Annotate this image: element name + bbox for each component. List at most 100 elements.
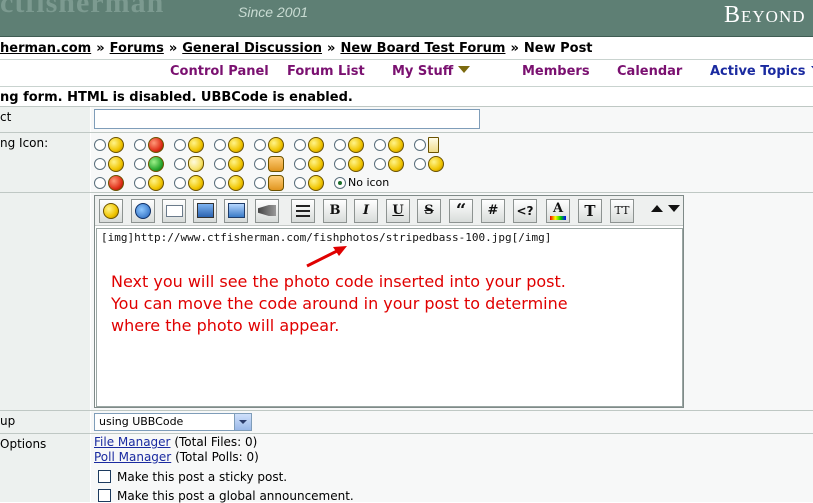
media-button[interactable] (255, 199, 279, 223)
poll-manager-line: Poll Manager (Total Polls: 0) (94, 450, 259, 464)
list-button[interactable] (291, 199, 315, 223)
nav-my-stuff[interactable]: My Stuff (392, 64, 471, 79)
breadcrumb-forums[interactable]: Forums (110, 41, 164, 56)
smile-smiley-icon (388, 137, 404, 153)
code-button[interactable]: <? (513, 199, 537, 223)
file-manager-link[interactable]: File Manager (94, 435, 171, 449)
arrow-up-icon[interactable] (651, 205, 663, 212)
radio-button[interactable] (94, 139, 106, 151)
radio-button[interactable] (214, 139, 226, 151)
posting-icon-option[interactable] (134, 154, 174, 174)
thumbs-down-icon (268, 175, 284, 191)
radio-button[interactable] (414, 158, 426, 170)
posting-icon-option[interactable] (294, 135, 334, 155)
insert-image-button[interactable] (224, 199, 248, 223)
nav-calendar[interactable]: Calendar (617, 64, 682, 79)
crazy-smiley-icon (268, 137, 284, 153)
radio-button[interactable] (214, 158, 226, 170)
posting-icon-option[interactable] (254, 154, 294, 174)
radio-button[interactable] (294, 158, 306, 170)
shocked-smiley-icon (308, 137, 324, 153)
radio-button[interactable] (294, 177, 306, 189)
italic-button[interactable]: I (354, 199, 378, 223)
nav-forum-list[interactable]: Forum List (287, 64, 365, 79)
posting-icon-option[interactable] (334, 154, 374, 174)
text-size-button[interactable]: T (578, 199, 602, 223)
radio-button[interactable] (174, 177, 186, 189)
global-announcement-checkbox[interactable] (98, 489, 111, 502)
posting-icon-option[interactable] (414, 135, 454, 155)
quote-button[interactable]: “ (449, 199, 473, 223)
breadcrumb-site[interactable]: herman.com (0, 41, 91, 56)
radio-button[interactable] (294, 139, 306, 151)
font-size-button[interactable]: TT (610, 199, 634, 223)
radio-button[interactable] (134, 158, 146, 170)
radio-button[interactable] (254, 177, 266, 189)
posting-icon-option[interactable] (134, 135, 174, 155)
radio-button-selected[interactable] (334, 177, 346, 189)
radio-button[interactable] (174, 158, 186, 170)
posting-icon-option[interactable] (94, 135, 134, 155)
posting-icon-option[interactable] (214, 154, 254, 174)
nav-control-panel[interactable]: Control Panel (170, 64, 269, 79)
bold-button[interactable]: B (323, 199, 347, 223)
frown-smiley-icon (388, 156, 404, 172)
posting-icon-option[interactable] (254, 135, 294, 155)
radio-button[interactable] (374, 139, 386, 151)
email-button[interactable] (162, 199, 186, 223)
posting-icon-option[interactable] (294, 154, 334, 174)
radio-button[interactable] (334, 158, 346, 170)
no-icon-option[interactable]: No icon (334, 173, 414, 193)
posting-icon-option[interactable] (134, 173, 174, 193)
sleepy-smiley-icon (428, 156, 444, 172)
spoiler-button[interactable]: # (481, 199, 505, 223)
posting-icon-option[interactable] (374, 154, 414, 174)
posting-icon-option[interactable] (214, 135, 254, 155)
underline-button[interactable]: U (386, 199, 410, 223)
radio-button[interactable] (414, 139, 426, 151)
site-logo[interactable]: ctfisherman (0, 0, 164, 20)
posting-icon-option[interactable] (174, 173, 214, 193)
posting-icon-option[interactable] (334, 135, 374, 155)
subject-input[interactable] (94, 109, 480, 129)
posting-icon-option[interactable] (174, 135, 214, 155)
posting-icon-option[interactable] (414, 154, 454, 174)
wink-smiley-icon (348, 137, 364, 153)
posting-icon-option[interactable] (94, 173, 134, 193)
radio-button[interactable] (134, 139, 146, 151)
radio-button[interactable] (254, 139, 266, 151)
photo-icon (227, 203, 245, 218)
posting-icon-option[interactable] (94, 154, 134, 174)
font-color-button[interactable]: A (546, 199, 570, 223)
radio-button[interactable] (374, 158, 386, 170)
markup-select[interactable]: using UBBCode (94, 413, 252, 431)
file-count: (Total Files: 0) (174, 435, 258, 449)
site-banner: ctfisherman Since 2001 Beyond (0, 0, 813, 37)
radio-button[interactable] (254, 158, 266, 170)
message-textarea[interactable]: [img]http://www.ctfisherman.com/fishphot… (96, 228, 683, 407)
posting-icon-option[interactable] (254, 173, 294, 193)
sticky-checkbox[interactable] (98, 470, 111, 483)
nav-members[interactable]: Members (522, 64, 590, 79)
radio-button[interactable] (94, 177, 106, 189)
radio-button[interactable] (214, 177, 226, 189)
posting-icon-option[interactable] (374, 135, 414, 155)
url-button[interactable] (131, 199, 155, 223)
arrow-down-icon[interactable] (668, 205, 680, 212)
radio-button[interactable] (134, 177, 146, 189)
tongue-smiley-icon (188, 175, 204, 191)
annotation-text: Next you will see the photo code inserte… (111, 271, 671, 337)
breadcrumb-general-discussion[interactable]: General Discussion (182, 41, 322, 56)
strikethrough-button[interactable]: S (417, 199, 441, 223)
posting-icon-option[interactable] (294, 173, 334, 193)
nav-active-topics[interactable]: Active Topics (710, 64, 813, 79)
breadcrumb-new-board-test-forum[interactable]: New Board Test Forum (340, 41, 505, 56)
radio-button[interactable] (334, 139, 346, 151)
radio-button[interactable] (174, 139, 186, 151)
posting-icon-option[interactable] (174, 154, 214, 174)
posting-icon-option[interactable] (214, 173, 254, 193)
radio-button[interactable] (94, 158, 106, 170)
poll-manager-link[interactable]: Poll Manager (94, 450, 171, 464)
smiley-button[interactable] (99, 199, 123, 223)
image-button[interactable] (193, 199, 217, 223)
